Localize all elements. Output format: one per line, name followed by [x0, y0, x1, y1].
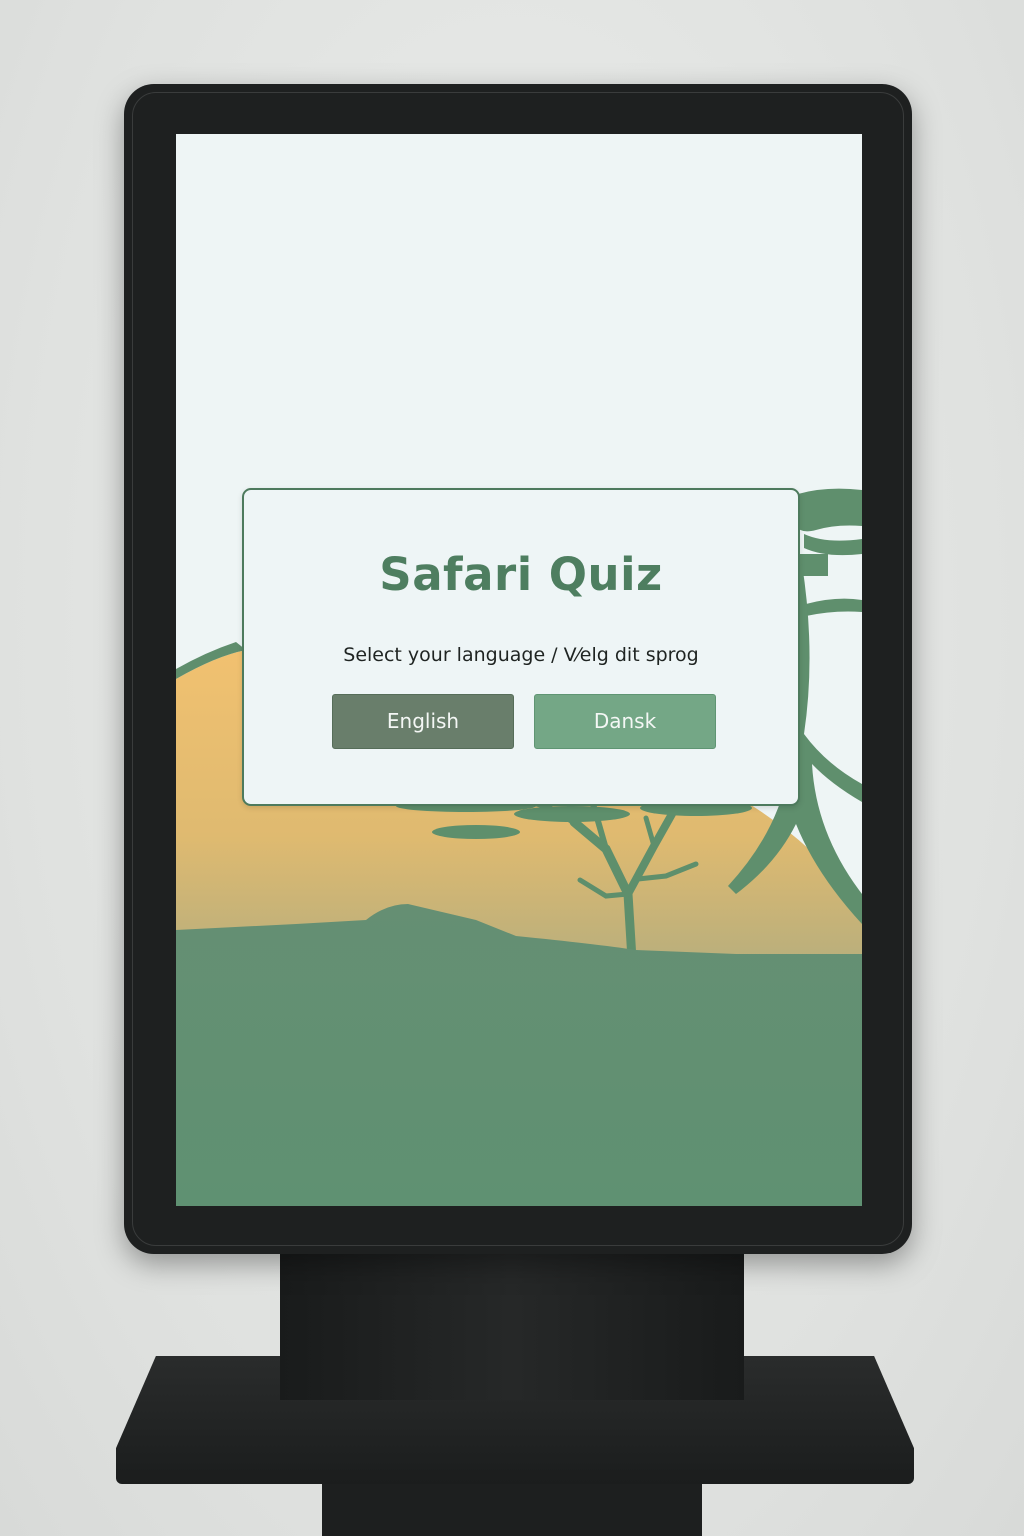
language-dialog: Safari Quiz Select your language / V⁄elg…: [242, 488, 800, 806]
dialog-title: Safari Quiz: [379, 548, 663, 601]
danish-button[interactable]: Dansk: [534, 694, 716, 749]
english-button[interactable]: English: [332, 694, 514, 749]
kiosk-screen: Safari Quiz Select your language / V⁄elg…: [176, 134, 862, 1206]
kiosk-neck: [280, 1250, 744, 1400]
kiosk-scene: Safari Quiz Select your language / V⁄elg…: [0, 0, 1024, 1536]
dialog-subtitle: Select your language / V⁄elg dit sprog: [343, 644, 699, 666]
